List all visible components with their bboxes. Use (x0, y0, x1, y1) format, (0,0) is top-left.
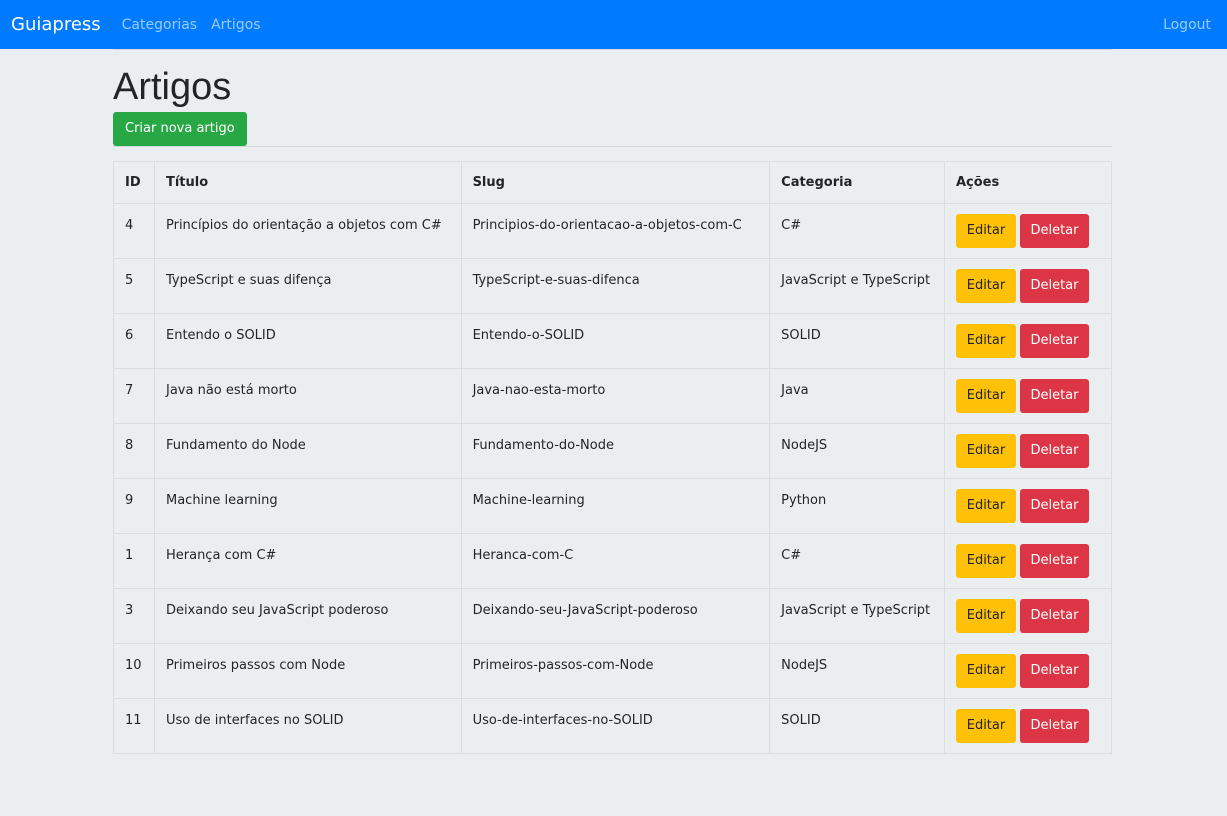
edit-button[interactable]: Editar (955, 324, 1016, 358)
top-divider (113, 49, 1112, 50)
cell-titulo: Entendo o SOLID (153, 313, 462, 369)
cell-actions: Editar Deletar (943, 478, 1113, 534)
delete-button[interactable]: Deletar (1019, 599, 1089, 633)
delete-button[interactable]: Deletar (1019, 269, 1089, 303)
cell-slug: Principios-do-orientacao-a-objetos-com-C (460, 203, 771, 259)
delete-button[interactable]: Deletar (1019, 654, 1089, 688)
table-row: 5 TypeScript e suas difença TypeScript-e-s… (113, 258, 1113, 314)
table-header-row: ID Título Slug Categoria Ações (113, 161, 1113, 204)
header-id: ID (113, 161, 155, 204)
edit-button[interactable]: Editar (955, 599, 1016, 633)
cell-slug: Primeiros-passos-com-Node (460, 643, 771, 699)
cell-categoria: SOLID (769, 698, 945, 754)
cell-slug: Java-nao-esta-morto (460, 368, 771, 424)
cell-titulo: Primeiros passos com Node (153, 643, 462, 699)
cell-slug: Heranca-com-C (460, 533, 771, 589)
cell-actions: Editar Deletar (943, 368, 1113, 424)
cell-categoria: Java (769, 368, 945, 424)
cell-id: 11 (113, 698, 155, 754)
cell-categoria: JavaScript e TypeScript (769, 588, 945, 644)
cell-actions: Editar Deletar (943, 423, 1113, 479)
header-titulo: Título (153, 161, 462, 204)
table-row: 4 Princípios do orientação a objetos com … (113, 203, 1113, 259)
cell-id: 3 (113, 588, 155, 644)
main-container: Artigos Criar nova artigo ID Título Slug… (113, 49, 1113, 754)
edit-button[interactable]: Editar (955, 709, 1016, 743)
table-row: 6 Entendo o SOLID Entendo-o-SOLID SOLID Edit… (113, 313, 1113, 369)
delete-button[interactable]: Deletar (1019, 324, 1089, 358)
cell-categoria: Python (769, 478, 945, 534)
cell-id: 10 (113, 643, 155, 699)
cell-categoria: C# (769, 203, 945, 259)
table-row: 9 Machine learning Machine-learning Python E… (113, 478, 1113, 534)
header-categoria: Categoria (769, 161, 945, 204)
table-row: 10 Primeiros passos com Node Primeiros-pas… (113, 643, 1113, 699)
edit-button[interactable]: Editar (955, 379, 1016, 413)
header-acoes: Ações (943, 161, 1113, 204)
delete-button[interactable]: Deletar (1019, 489, 1089, 523)
cell-actions: Editar Deletar (943, 698, 1113, 754)
create-article-button[interactable]: Criar nova artigo (113, 112, 247, 146)
cell-slug: Machine-learning (460, 478, 771, 534)
table-row: 3 Deixando seu JavaScript poderoso Deixand… (113, 588, 1113, 644)
header-slug: Slug (460, 161, 771, 204)
cell-slug: Uso-de-interfaces-no-SOLID (460, 698, 771, 754)
cell-actions: Editar Deletar (943, 533, 1113, 589)
articles-table: ID Título Slug Categoria Ações 4 Princípi… (113, 161, 1113, 754)
edit-button[interactable]: Editar (955, 544, 1016, 578)
cell-id: 1 (113, 533, 155, 589)
table-row: 11 Uso de interfaces no SOLID Uso-de-inter… (113, 698, 1113, 754)
edit-button[interactable]: Editar (955, 214, 1016, 248)
nav-link-categorias[interactable]: Categorias (122, 17, 197, 33)
delete-button[interactable]: Deletar (1019, 434, 1089, 468)
articles-table-body: 4 Princípios do orientação a objetos com … (113, 203, 1113, 754)
cell-categoria: JavaScript e TypeScript (769, 258, 945, 314)
cell-titulo: Deixando seu JavaScript poderoso (153, 588, 462, 644)
cell-id: 7 (113, 368, 155, 424)
brand-link[interactable]: Guiapress (11, 14, 101, 35)
cell-titulo: Uso de interfaces no SOLID (153, 698, 462, 754)
table-row: 8 Fundamento do Node Fundamento-do-Node Nod… (113, 423, 1113, 479)
page-title: Artigos (113, 66, 232, 108)
cell-titulo: TypeScript e suas difença (153, 258, 462, 314)
cell-categoria: C# (769, 533, 945, 589)
cell-titulo: Machine learning (153, 478, 462, 534)
cell-id: 6 (113, 313, 155, 369)
delete-button[interactable]: Deletar (1019, 379, 1089, 413)
nav-link-artigos[interactable]: Artigos (211, 17, 260, 33)
table-row: 1 Herança com C# Heranca-com-C C# Editar Dele… (113, 533, 1113, 589)
cell-titulo: Herança com C# (153, 533, 462, 589)
top-navbar: Guiapress Categorias Artigos Logout (0, 0, 1227, 49)
cell-titulo: Fundamento do Node (153, 423, 462, 479)
cell-id: 4 (113, 203, 155, 259)
cell-categoria: NodeJS (769, 643, 945, 699)
cell-categoria: SOLID (769, 313, 945, 369)
delete-button[interactable]: Deletar (1019, 214, 1089, 248)
cell-actions: Editar Deletar (943, 313, 1113, 369)
cell-id: 8 (113, 423, 155, 479)
cell-slug: Deixando-seu-JavaScript-poderoso (460, 588, 771, 644)
edit-button[interactable]: Editar (955, 434, 1016, 468)
cell-actions: Editar Deletar (943, 588, 1113, 644)
cell-actions: Editar Deletar (943, 258, 1113, 314)
cell-slug: TypeScript-e-suas-difenca (460, 258, 771, 314)
cell-slug: Entendo-o-SOLID (460, 313, 771, 369)
edit-button[interactable]: Editar (955, 489, 1016, 523)
cell-id: 9 (113, 478, 155, 534)
cell-actions: Editar Deletar (943, 203, 1113, 259)
cell-titulo: Java não está morto (153, 368, 462, 424)
logout-link[interactable]: Logout (1163, 17, 1211, 33)
cell-slug: Fundamento-do-Node (460, 423, 771, 479)
edit-button[interactable]: Editar (955, 269, 1016, 303)
bottom-divider (113, 146, 1112, 147)
delete-button[interactable]: Deletar (1019, 544, 1089, 578)
cell-id: 5 (113, 258, 155, 314)
cell-titulo: Princípios do orientação a objetos com C… (153, 203, 462, 259)
cell-actions: Editar Deletar (943, 643, 1113, 699)
edit-button[interactable]: Editar (955, 654, 1016, 688)
cell-categoria: NodeJS (769, 423, 945, 479)
delete-button[interactable]: Deletar (1019, 709, 1089, 743)
table-row: 7 Java não está morto Java-nao-esta-morto J… (113, 368, 1113, 424)
